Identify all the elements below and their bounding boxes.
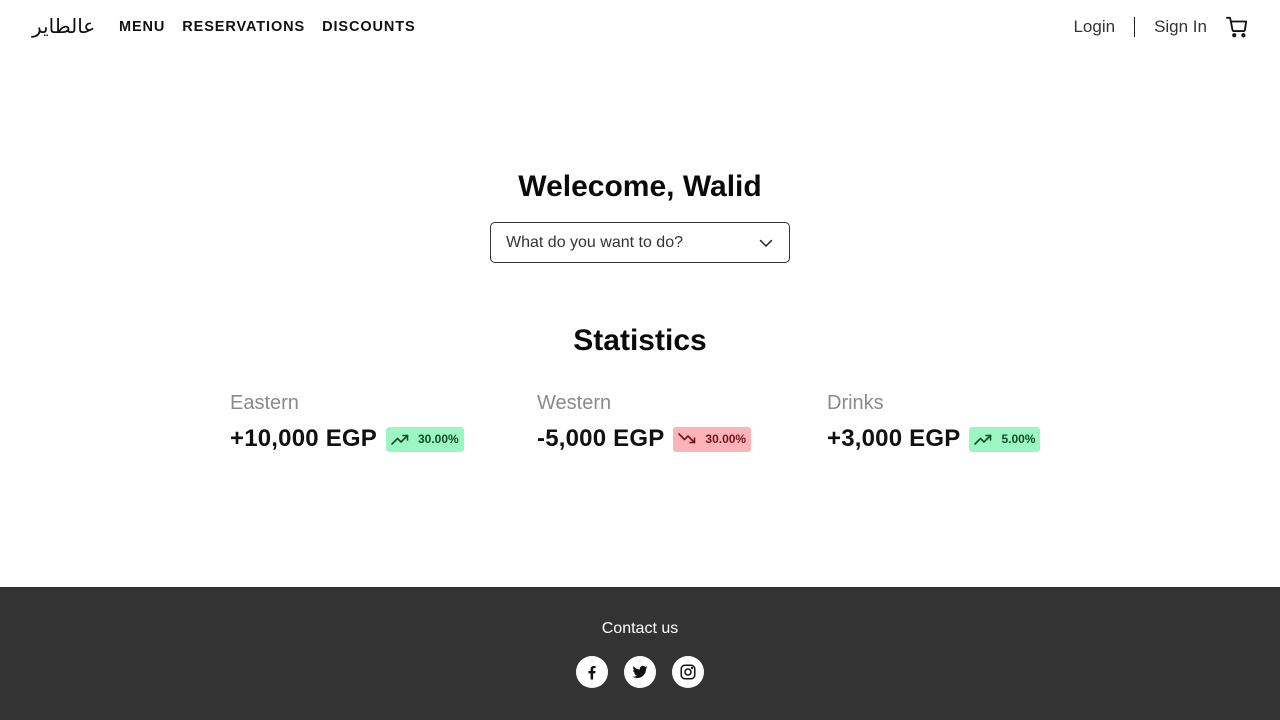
chevron-down-icon bbox=[759, 239, 773, 247]
stat-change-value: 30.00% bbox=[417, 432, 459, 446]
main-nav: MENU RESERVATIONS DISCOUNTS bbox=[119, 19, 416, 35]
login-link[interactable]: Login bbox=[1073, 17, 1115, 37]
action-select-value: What do you want to do? bbox=[506, 233, 683, 251]
stat-change-badge: 30.00% bbox=[673, 426, 752, 452]
stat-change-badge: 30.00% bbox=[385, 426, 464, 452]
stat-change-badge: 5.00% bbox=[969, 426, 1041, 452]
stat-label: Drinks bbox=[827, 392, 884, 414]
nav-reservations[interactable]: RESERVATIONS bbox=[182, 19, 305, 35]
top-navbar: عالطاير MENU RESERVATIONS DISCOUNTS Logi… bbox=[0, 0, 1280, 56]
stat-card-western: Western -5,000 EGP 30.00% bbox=[537, 392, 752, 453]
auth-divider bbox=[1134, 17, 1136, 37]
trending-down-icon bbox=[678, 433, 696, 444]
auth-links: Login Sign In bbox=[1073, 16, 1248, 38]
stat-amount: +10,000 EGP bbox=[230, 425, 377, 452]
stat-change-value: 5.00% bbox=[1001, 432, 1036, 446]
contact-heading: Contact us bbox=[601, 620, 679, 637]
trending-up-icon bbox=[974, 434, 992, 445]
stat-card-drinks: Drinks +3,000 EGP 5.00% bbox=[827, 392, 1041, 453]
welcome-heading: Welecome, Walid bbox=[518, 170, 762, 203]
footer: Contact us bbox=[0, 587, 1280, 720]
stat-amount: +3,000 EGP bbox=[827, 425, 961, 452]
social-links bbox=[576, 656, 704, 688]
logo[interactable]: عالطاير bbox=[32, 14, 95, 38]
instagram-icon[interactable] bbox=[672, 656, 704, 688]
trending-up-icon bbox=[391, 434, 409, 445]
stat-amount: -5,000 EGP bbox=[537, 425, 665, 452]
statistics-heading: Statistics bbox=[573, 324, 707, 357]
stat-change-value: 30.00% bbox=[705, 432, 747, 446]
cart-icon[interactable] bbox=[1226, 16, 1248, 38]
nav-menu[interactable]: MENU bbox=[119, 19, 165, 35]
sign-in-link[interactable]: Sign In bbox=[1154, 17, 1207, 37]
facebook-icon[interactable] bbox=[576, 656, 608, 688]
stat-label: Western bbox=[537, 392, 612, 414]
nav-discounts[interactable]: DISCOUNTS bbox=[322, 19, 416, 35]
stat-card-eastern: Eastern +10,000 EGP 30.00% bbox=[230, 392, 464, 453]
stat-label: Eastern bbox=[230, 392, 299, 414]
action-select[interactable]: What do you want to do? bbox=[490, 222, 790, 263]
twitter-icon[interactable] bbox=[624, 656, 656, 688]
